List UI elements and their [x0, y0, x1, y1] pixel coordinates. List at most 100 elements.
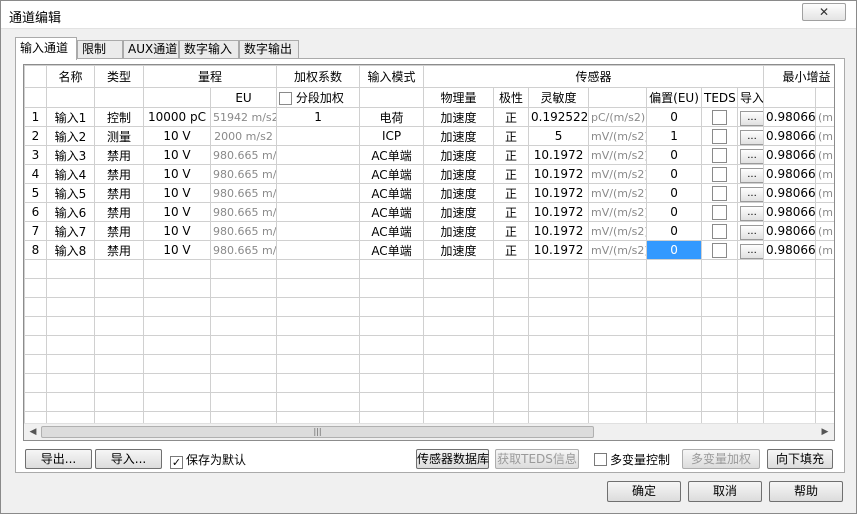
cell-range[interactable]: 10 V [143, 126, 211, 146]
cell-offset[interactable]: 0 [646, 202, 703, 222]
teds-checkbox[interactable] [712, 147, 728, 163]
cell-weight[interactable] [276, 202, 361, 222]
cell-min[interactable]: 0.980665 [763, 240, 817, 260]
cell-physical[interactable]: 加速度 [423, 164, 495, 184]
cell-name[interactable]: 输入3 [46, 145, 95, 165]
segment-weight-checkbox[interactable] [279, 92, 293, 105]
cell-sensitivity[interactable]: 10.1972 [528, 145, 590, 165]
cell-type[interactable]: 禁用 [94, 240, 144, 260]
cell-polarity[interactable]: 正 [493, 164, 530, 184]
tab-digital-output[interactable]: 数字输出 [239, 40, 299, 59]
cell-type[interactable]: 控制 [94, 107, 144, 127]
cell-range[interactable]: 10 V [143, 145, 211, 165]
cell-mode[interactable]: 电荷 [359, 107, 425, 127]
cell-range[interactable]: 10 V [143, 183, 211, 203]
table-row[interactable]: 4输入4禁用10 V980.665 m/s2 AC单端加速度正10.1972mV/… [24, 164, 834, 184]
cell-name[interactable]: 输入7 [46, 221, 95, 241]
cell-weight[interactable] [276, 164, 361, 184]
export-button[interactable]: 导出... [25, 449, 92, 469]
cell-teds[interactable] [701, 107, 739, 127]
cell-import[interactable]: ... [737, 221, 765, 241]
cell-import[interactable]: ... [737, 107, 765, 127]
table-row[interactable]: 7输入7禁用10 V980.665 m/s2 AC单端加速度正10.1972mV/… [24, 221, 834, 241]
cell-sensitivity[interactable]: 10.1972 [528, 221, 590, 241]
cell-min[interactable]: 0.980665 [763, 126, 817, 146]
cell-min[interactable]: 0.980665 [763, 107, 817, 127]
cell-mode[interactable]: ICP [359, 126, 425, 146]
table-row[interactable]: 8输入8禁用10 V980.665 m/s2 AC单端加速度正10.1972mV/… [24, 240, 834, 260]
import-ellipsis-button[interactable]: ... [740, 129, 763, 145]
cell-weight[interactable] [276, 240, 361, 260]
sensor-database-button[interactable]: 传感器数据库 [416, 449, 489, 469]
cell-polarity[interactable]: 正 [493, 145, 530, 165]
cell-name[interactable]: 输入5 [46, 183, 95, 203]
save-default-check-icon[interactable]: ✓ [170, 456, 183, 469]
table-row[interactable]: 1 输入1 控制 10000 pC 51942 m/s2 1 电荷 加速度正 0.192522 p… [24, 107, 834, 127]
cell-polarity[interactable]: 正 [493, 221, 530, 241]
fill-down-button[interactable]: 向下填充 [767, 449, 833, 469]
import-ellipsis-button[interactable]: ... [740, 224, 763, 240]
cell-weight[interactable] [276, 126, 361, 146]
multi-var-control-checkbox[interactable]: 多变量控制 [594, 452, 670, 468]
import-ellipsis-button[interactable]: ... [740, 243, 763, 259]
cell-range[interactable]: 10000 pC [143, 107, 211, 127]
cell-mode[interactable]: AC单端 [359, 240, 425, 260]
cell-type[interactable]: 测量 [94, 126, 144, 146]
close-button[interactable]: ✕ [802, 3, 846, 21]
import-ellipsis-button[interactable]: ... [740, 110, 763, 126]
scroll-thumb[interactable]: ||| [41, 426, 594, 438]
multi-var-control-check-icon[interactable] [594, 453, 607, 466]
ok-button[interactable]: 确定 [607, 481, 681, 502]
cell-weight[interactable] [276, 221, 361, 241]
cell-weight[interactable] [276, 183, 361, 203]
table-row[interactable]: 2 输入2 测量 10 V 2000 m/s2 ICP 加速度正 5 mV/(m/s2) 1...… [24, 126, 834, 146]
cell-sensitivity[interactable]: 0.192522 [528, 107, 590, 127]
cell-physical[interactable]: 加速度 [423, 107, 495, 127]
teds-checkbox[interactable] [712, 204, 728, 220]
save-default-checkbox[interactable]: ✓ 保存为默认 [170, 452, 246, 469]
cell-offset[interactable]: 0 [646, 183, 703, 203]
cell-min[interactable]: 0.980665 [763, 164, 817, 184]
cell-import[interactable]: ... [737, 126, 765, 146]
cell-physical[interactable]: 加速度 [423, 145, 495, 165]
tab-limits[interactable]: 限制 [77, 40, 123, 59]
teds-checkbox[interactable] [712, 128, 728, 144]
teds-checkbox[interactable] [712, 185, 728, 201]
cell-import[interactable]: ... [737, 240, 765, 260]
cell-name[interactable]: 输入4 [46, 164, 95, 184]
cell-polarity[interactable]: 正 [493, 202, 530, 222]
cell-sensitivity[interactable]: 10.1972 [528, 183, 590, 203]
cell-import[interactable]: ... [737, 164, 765, 184]
cell-range[interactable]: 10 V [143, 221, 211, 241]
cell-min[interactable]: 0.980665 [763, 183, 817, 203]
channel-grid[interactable]: 名称 类型 量程 加权系数 输入模式 传感器 最小增益 EU 分段加权 物理量 … [23, 64, 835, 441]
cell-range[interactable]: 10 V [143, 164, 211, 184]
cell-import[interactable]: ... [737, 145, 765, 165]
cell-polarity[interactable]: 正 [493, 183, 530, 203]
cell-type[interactable]: 禁用 [94, 202, 144, 222]
cell-min[interactable]: 0.980665 [763, 145, 817, 165]
help-button[interactable]: 帮助 [769, 481, 843, 502]
tab-input-channels[interactable]: 输入通道 [15, 37, 77, 60]
cell-physical[interactable]: 加速度 [423, 240, 495, 260]
cell-offset[interactable]: 0 [646, 221, 703, 241]
cell-teds[interactable] [701, 183, 739, 203]
cell-weight[interactable] [276, 145, 361, 165]
cell-sensitivity[interactable]: 10.1972 [528, 240, 590, 260]
cell-type[interactable]: 禁用 [94, 221, 144, 241]
cell-sensitivity[interactable]: 10.1972 [528, 202, 590, 222]
import-ellipsis-button[interactable]: ... [740, 205, 763, 221]
import-ellipsis-button[interactable]: ... [740, 167, 763, 183]
cell-name[interactable]: 输入1 [46, 107, 95, 127]
cancel-button[interactable]: 取消 [688, 481, 762, 502]
cell-teds[interactable] [701, 240, 739, 260]
get-teds-button[interactable]: 获取TEDS信息 [495, 449, 579, 469]
teds-checkbox[interactable] [712, 223, 728, 239]
header-segment-weight[interactable]: 分段加权 [276, 87, 361, 108]
cell-type[interactable]: 禁用 [94, 145, 144, 165]
import-ellipsis-button[interactable]: ... [740, 186, 763, 202]
cell-name[interactable]: 输入2 [46, 126, 95, 146]
horizontal-scrollbar[interactable]: ◀ ||| ▶ [24, 423, 834, 440]
cell-name[interactable]: 输入8 [46, 240, 95, 260]
scroll-right-icon[interactable]: ▶ [818, 426, 832, 438]
